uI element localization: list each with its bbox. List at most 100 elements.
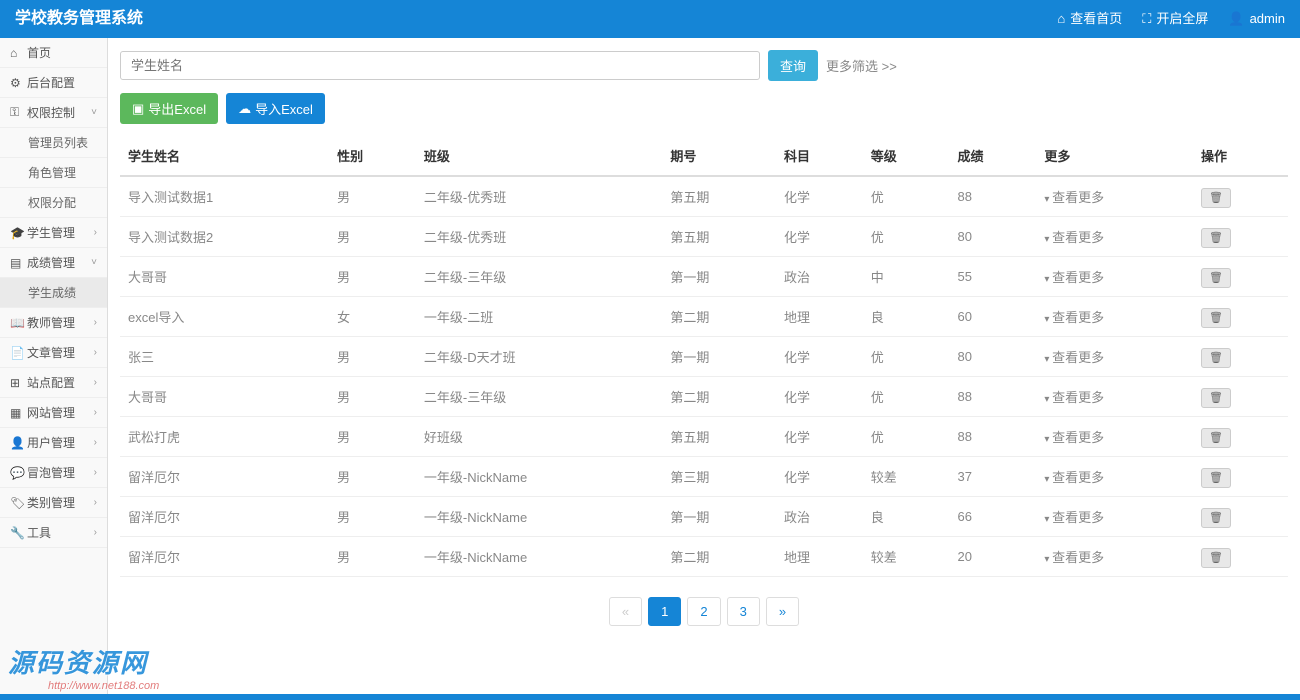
trash-icon: 🗑 bbox=[1209, 432, 1223, 444]
page-button[interactable]: » bbox=[766, 597, 799, 626]
column-header: 期号 bbox=[662, 136, 776, 176]
import-excel-button[interactable]: ☁导入Excel bbox=[226, 93, 325, 124]
view-more-link[interactable]: 查看更多 bbox=[1044, 350, 1104, 365]
nav-label: 冒泡管理 bbox=[27, 464, 94, 481]
delete-button[interactable]: 🗑 bbox=[1201, 548, 1231, 568]
view-more-link[interactable]: 查看更多 bbox=[1044, 270, 1104, 285]
sidebar-item-1[interactable]: ⚙后台配置 bbox=[0, 68, 107, 98]
chevron-right-icon: › bbox=[94, 497, 97, 508]
sidebar-item-4[interactable]: ▤成绩管理˅ bbox=[0, 248, 107, 278]
cell-grade: 较差 bbox=[863, 457, 950, 497]
user-menu[interactable]: 👤admin bbox=[1228, 0, 1285, 38]
book-icon: 📖 bbox=[10, 316, 22, 330]
cell-subject: 化学 bbox=[776, 377, 863, 417]
page-button[interactable]: 3 bbox=[727, 597, 760, 626]
fullscreen-button[interactable]: ⛶开启全屏 bbox=[1142, 0, 1208, 38]
sidebar-subitem[interactable]: 角色管理 bbox=[0, 158, 107, 188]
delete-button[interactable]: 🗑 bbox=[1201, 508, 1231, 528]
user-icon: 👤 bbox=[1228, 0, 1244, 38]
cell-grade: 较差 bbox=[863, 537, 950, 577]
view-more-link[interactable]: 查看更多 bbox=[1044, 230, 1104, 245]
web-icon: ▦ bbox=[10, 406, 22, 420]
view-more-link[interactable]: 查看更多 bbox=[1044, 310, 1104, 325]
table-row: 留洋厄尔男一年级-NickName第一期政治良66查看更多🗑 bbox=[120, 497, 1288, 537]
sidebar-item-8[interactable]: ▦网站管理› bbox=[0, 398, 107, 428]
sidebar-item-9[interactable]: 👤用户管理› bbox=[0, 428, 107, 458]
sidebar-subitem[interactable]: 权限分配 bbox=[0, 188, 107, 218]
cell-gender: 男 bbox=[329, 337, 416, 377]
cell-class: 一年级-NickName bbox=[416, 497, 662, 537]
page-button[interactable]: 1 bbox=[648, 597, 681, 626]
nav-label: 学生管理 bbox=[27, 224, 94, 241]
delete-button[interactable]: 🗑 bbox=[1201, 268, 1231, 288]
delete-button[interactable]: 🗑 bbox=[1201, 468, 1231, 488]
watermark: 源码资源网 http://www.net188.com bbox=[8, 643, 159, 692]
chevron-right-icon: › bbox=[94, 317, 97, 328]
sidebar-subitem[interactable]: 学生成绩 bbox=[0, 278, 107, 308]
cell-subject: 化学 bbox=[776, 217, 863, 257]
more-filter-link[interactable]: 更多筛选 >> bbox=[826, 56, 897, 75]
student-name-input[interactable] bbox=[120, 51, 760, 80]
cell-term: 第三期 bbox=[662, 457, 776, 497]
chevron-right-icon: › bbox=[94, 407, 97, 418]
sidebar-item-10[interactable]: 💬冒泡管理› bbox=[0, 458, 107, 488]
delete-button[interactable]: 🗑 bbox=[1201, 388, 1231, 408]
nav-label: 工具 bbox=[27, 524, 94, 541]
chevron-right-icon: › bbox=[94, 347, 97, 358]
view-more-link[interactable]: 查看更多 bbox=[1044, 190, 1104, 205]
cell-score: 60 bbox=[950, 297, 1037, 337]
sidebar-item-3[interactable]: 🎓学生管理› bbox=[0, 218, 107, 248]
nav-label: 成绩管理 bbox=[27, 254, 91, 271]
query-button[interactable]: 查询 bbox=[768, 50, 818, 81]
cell-name: 武松打虎 bbox=[120, 417, 329, 457]
sidebar-item-11[interactable]: 🏷类别管理› bbox=[0, 488, 107, 518]
view-more-link[interactable]: 查看更多 bbox=[1044, 390, 1104, 405]
column-header: 操作 bbox=[1193, 136, 1288, 176]
cell-name: 大哥哥 bbox=[120, 377, 329, 417]
view-more-link[interactable]: 查看更多 bbox=[1044, 430, 1104, 445]
nav-label: 后台配置 bbox=[27, 74, 97, 91]
view-more-link[interactable]: 查看更多 bbox=[1044, 470, 1104, 485]
cell-score: 55 bbox=[950, 257, 1037, 297]
main-content: 查询 更多筛选 >> ▣导出Excel ☁导入Excel 学生姓名性别班级期号科… bbox=[108, 38, 1300, 694]
cell-class: 一年级-NickName bbox=[416, 537, 662, 577]
table-row: 张三男二年级-D天才班第一期化学优80查看更多🗑 bbox=[120, 337, 1288, 377]
cell-class: 二年级-优秀班 bbox=[416, 217, 662, 257]
bottom-bar bbox=[0, 694, 1300, 700]
cell-term: 第二期 bbox=[662, 377, 776, 417]
sidebar-item-2[interactable]: ⚿权限控制˅ bbox=[0, 98, 107, 128]
table-row: 导入测试数据2男二年级-优秀班第五期化学优80查看更多🗑 bbox=[120, 217, 1288, 257]
cell-name: excel导入 bbox=[120, 297, 329, 337]
trash-icon: 🗑 bbox=[1209, 192, 1223, 204]
view-more-link[interactable]: 查看更多 bbox=[1044, 510, 1104, 525]
grades-table: 学生姓名性别班级期号科目等级成绩更多操作 导入测试数据1男二年级-优秀班第五期化… bbox=[120, 136, 1288, 577]
view-more-link[interactable]: 查看更多 bbox=[1044, 550, 1104, 565]
cell-gender: 男 bbox=[329, 497, 416, 537]
sidebar-item-0[interactable]: ⌂首页 bbox=[0, 38, 107, 68]
cell-name: 留洋厄尔 bbox=[120, 457, 329, 497]
sidebar-item-12[interactable]: 🔧工具› bbox=[0, 518, 107, 548]
page-button[interactable]: « bbox=[609, 597, 642, 626]
sidebar-item-7[interactable]: ⊞站点配置› bbox=[0, 368, 107, 398]
delete-button[interactable]: 🗑 bbox=[1201, 228, 1231, 248]
column-header: 班级 bbox=[416, 136, 662, 176]
cell-score: 37 bbox=[950, 457, 1037, 497]
delete-button[interactable]: 🗑 bbox=[1201, 348, 1231, 368]
nav-label: 文章管理 bbox=[27, 344, 94, 361]
home-button[interactable]: ⌂查看首页 bbox=[1057, 0, 1122, 38]
sidebar-item-5[interactable]: 📖教师管理› bbox=[0, 308, 107, 338]
sidebar-item-6[interactable]: 📄文章管理› bbox=[0, 338, 107, 368]
trash-icon: 🗑 bbox=[1209, 552, 1223, 564]
sidebar-subitem[interactable]: 管理员列表 bbox=[0, 128, 107, 158]
delete-button[interactable]: 🗑 bbox=[1201, 188, 1231, 208]
delete-button[interactable]: 🗑 bbox=[1201, 308, 1231, 328]
delete-button[interactable]: 🗑 bbox=[1201, 428, 1231, 448]
chart-icon: ▤ bbox=[10, 256, 22, 270]
cell-class: 二年级-三年级 bbox=[416, 257, 662, 297]
cell-score: 88 bbox=[950, 377, 1037, 417]
cell-name: 导入测试数据1 bbox=[120, 176, 329, 217]
export-excel-button[interactable]: ▣导出Excel bbox=[120, 93, 218, 124]
page-button[interactable]: 2 bbox=[687, 597, 720, 626]
cell-term: 第一期 bbox=[662, 337, 776, 377]
cell-term: 第一期 bbox=[662, 257, 776, 297]
